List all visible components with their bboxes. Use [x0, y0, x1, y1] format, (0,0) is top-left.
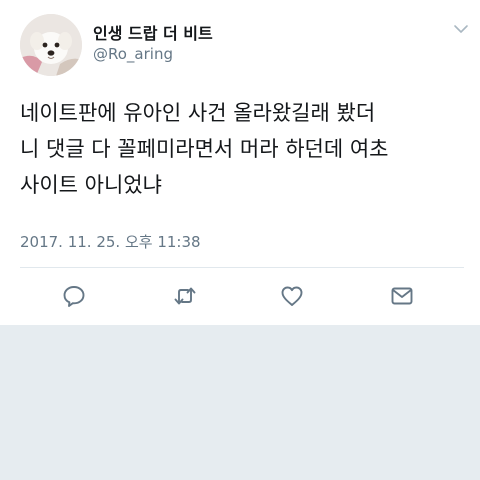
chevron-down-icon[interactable]: [452, 20, 470, 38]
tweet-text: 네이트판에 유아인 사건 올라왔길래 봤더 니 댓글 다 꼴페미라면서 머라 하…: [20, 95, 470, 203]
direct-message-icon: [391, 287, 413, 305]
direct-message-button[interactable]: [386, 280, 418, 312]
tweet-actions: [0, 280, 480, 312]
reply-button[interactable]: [58, 280, 90, 312]
tweet-timestamp[interactable]: 2017. 11. 25. 오후 11:38: [20, 231, 201, 252]
retweet-button[interactable]: [169, 280, 201, 312]
like-icon: [281, 286, 303, 306]
tweet-text-line: 사이트 아니었냐: [20, 173, 162, 197]
divider: [20, 267, 464, 268]
tweet-header: 인생 드랍 더 비트 @Ro_aring: [20, 14, 470, 76]
tweet-text-line: 니 댓글 다 꼴페미라면서 머라 하던데 여초: [20, 137, 389, 161]
retweet-icon: [174, 287, 196, 305]
reply-icon: [63, 286, 85, 307]
user-handle[interactable]: @Ro_aring: [93, 45, 173, 63]
like-button[interactable]: [276, 280, 308, 312]
tweet-text-line: 네이트판에 유아인 사건 올라왔길래 봤더: [20, 101, 376, 125]
dog-avatar-icon[interactable]: [20, 14, 82, 76]
timeline-background: [0, 325, 480, 480]
display-name[interactable]: 인생 드랍 더 비트: [93, 20, 213, 44]
tweet-card: 인생 드랍 더 비트 @Ro_aring 네이트판에 유아인 사건 올라왔길래 …: [0, 0, 480, 325]
